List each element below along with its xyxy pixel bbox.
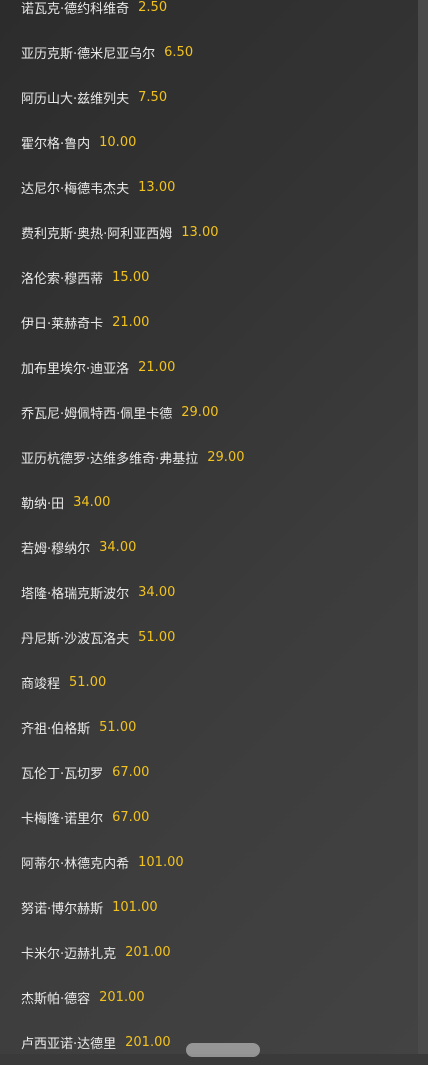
list-item: 乔瓦尼·姆佩特西·佩里卡德 29.00 xyxy=(21,390,411,435)
watermark-logo xyxy=(186,1043,260,1057)
odds-value: 101.00 xyxy=(138,855,184,870)
odds-value: 51.00 xyxy=(99,720,137,735)
player-name: 瓦伦丁·瓦切罗 xyxy=(21,767,104,782)
player-name: 卡米尔·迈赫扎克 xyxy=(21,947,117,962)
list-item: 卡米尔·迈赫扎克 201.00 xyxy=(21,930,411,975)
odds-value: 67.00 xyxy=(112,810,150,825)
odds-value: 67.00 xyxy=(112,765,150,780)
player-name: 杰斯帕·德容 xyxy=(21,992,91,1007)
odds-value: 7.50 xyxy=(138,90,168,105)
odds-value: 13.00 xyxy=(181,225,219,240)
player-name: 达尼尔·梅德韦杰夫 xyxy=(21,182,130,197)
odds-value: 10.00 xyxy=(99,135,137,150)
player-name: 若姆·穆纳尔 xyxy=(21,542,91,557)
odds-value: 201.00 xyxy=(125,945,171,960)
list-item: 加布里埃尔·迪亚洛 21.00 xyxy=(21,345,411,390)
odds-value: 51.00 xyxy=(69,675,107,690)
player-name: 卢西亚诺·达德里 xyxy=(21,1037,117,1052)
list-item: 亚历杭德罗·达维多维奇·弗基拉 29.00 xyxy=(21,435,411,480)
list-item: 丹尼斯·沙波瓦洛夫 51.00 xyxy=(21,615,411,660)
player-name: 诺瓦克·德约科维奇 xyxy=(21,2,130,17)
player-name: 齐祖·伯格斯 xyxy=(21,722,91,737)
odds-value: 13.00 xyxy=(138,180,176,195)
list-item: 洛伦索·穆西蒂 15.00 xyxy=(21,255,411,300)
odds-list: 诺瓦克·德约科维奇 2.50 亚历克斯·德米尼亚乌尔 6.50 阿历山大·兹维列夫 7.5… xyxy=(21,0,411,1065)
odds-value: 29.00 xyxy=(181,405,219,420)
odds-value: 51.00 xyxy=(138,630,176,645)
list-item: 伊日·莱赫奇卡 21.00 xyxy=(21,300,411,345)
player-name: 阿蒂尔·林德克内希 xyxy=(21,857,130,872)
player-name: 洛伦索·穆西蒂 xyxy=(21,272,104,287)
player-name: 伊日·莱赫奇卡 xyxy=(21,317,104,332)
player-name: 费利克斯·奥热·阿利亚西姆 xyxy=(21,227,173,242)
odds-value: 34.00 xyxy=(138,585,176,600)
player-name: 卡梅隆·诺里尔 xyxy=(21,812,104,827)
list-item: 霍尔格·鲁内 10.00 xyxy=(21,120,411,165)
odds-value: 101.00 xyxy=(112,900,158,915)
odds-value: 6.50 xyxy=(164,45,194,60)
player-name: 乔瓦尼·姆佩特西·佩里卡德 xyxy=(21,407,173,422)
list-item: 塔隆·格瑞克斯波尔 34.00 xyxy=(21,570,411,615)
scroll-edge xyxy=(418,0,428,1054)
list-item: 齐祖·伯格斯 51.00 xyxy=(21,705,411,750)
list-item: 努诺·博尔赫斯 101.00 xyxy=(21,885,411,930)
odds-value: 21.00 xyxy=(112,315,150,330)
player-name: 塔隆·格瑞克斯波尔 xyxy=(21,587,130,602)
odds-value: 34.00 xyxy=(73,495,111,510)
player-name: 阿历山大·兹维列夫 xyxy=(21,92,130,107)
player-name: 商竣程 xyxy=(21,677,61,692)
list-item: 商竣程 51.00 xyxy=(21,660,411,705)
player-name: 亚历克斯·德米尼亚乌尔 xyxy=(21,47,156,62)
list-item: 阿历山大·兹维列夫 7.50 xyxy=(21,75,411,120)
odds-value: 29.00 xyxy=(207,450,245,465)
player-name: 亚历杭德罗·达维多维奇·弗基拉 xyxy=(21,452,199,467)
player-name: 加布里埃尔·迪亚洛 xyxy=(21,362,130,377)
player-name: 勒纳·田 xyxy=(21,497,65,512)
odds-value: 21.00 xyxy=(138,360,176,375)
list-item: 若姆·穆纳尔 34.00 xyxy=(21,525,411,570)
odds-value: 34.00 xyxy=(99,540,137,555)
list-item: 瓦伦丁·瓦切罗 67.00 xyxy=(21,750,411,795)
odds-value: 2.50 xyxy=(138,0,168,15)
player-name: 霍尔格·鲁内 xyxy=(21,137,91,152)
odds-panel: 诺瓦克·德约科维奇 2.50 亚历克斯·德米尼亚乌尔 6.50 阿历山大·兹维列夫 7.5… xyxy=(0,0,418,1054)
player-name: 努诺·博尔赫斯 xyxy=(21,902,104,917)
list-item: 达尼尔·梅德韦杰夫 13.00 xyxy=(21,165,411,210)
list-item: 诺瓦克·德约科维奇 2.50 xyxy=(21,0,411,30)
player-name: 丹尼斯·沙波瓦洛夫 xyxy=(21,632,130,647)
list-item: 费利克斯·奥热·阿利亚西姆 13.00 xyxy=(21,210,411,255)
list-item: 亚历克斯·德米尼亚乌尔 6.50 xyxy=(21,30,411,75)
list-item: 卡梅隆·诺里尔 67.00 xyxy=(21,795,411,840)
list-item: 勒纳·田 34.00 xyxy=(21,480,411,525)
list-item: 杰斯帕·德容 201.00 xyxy=(21,975,411,1020)
odds-value: 201.00 xyxy=(99,990,145,1005)
odds-value: 15.00 xyxy=(112,270,150,285)
list-item: 阿蒂尔·林德克内希 101.00 xyxy=(21,840,411,885)
odds-value: 201.00 xyxy=(125,1035,171,1050)
